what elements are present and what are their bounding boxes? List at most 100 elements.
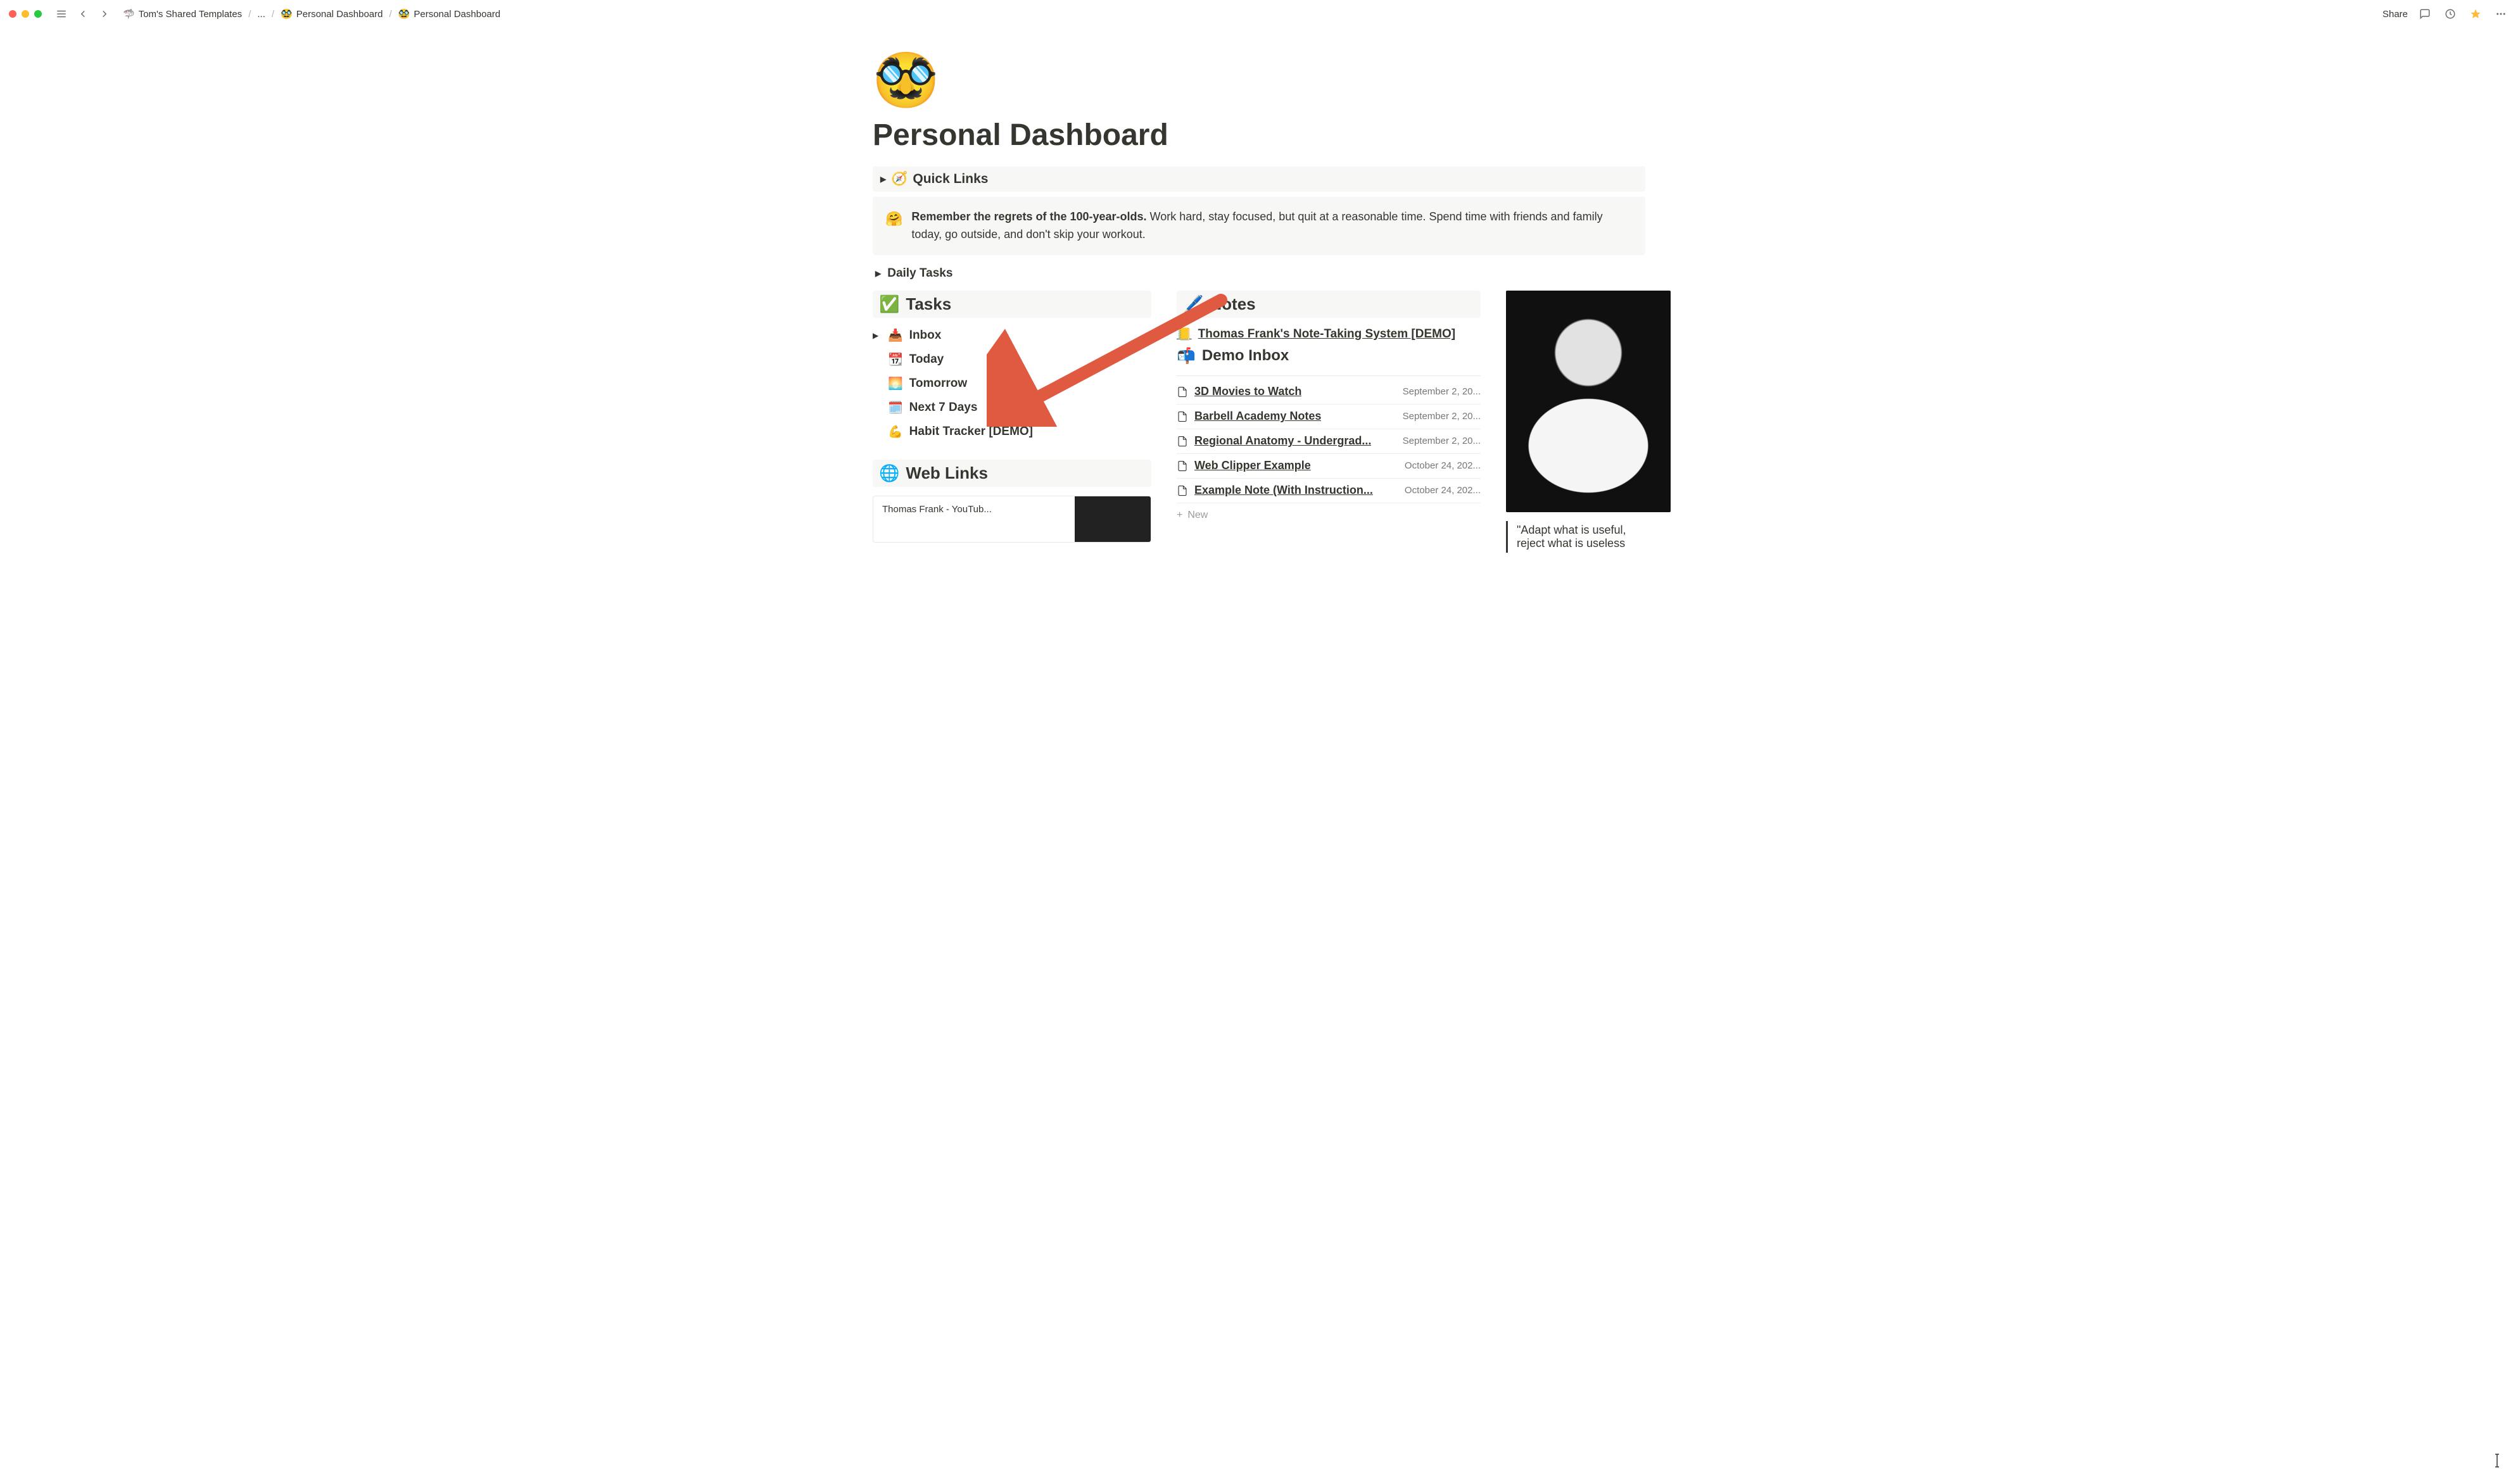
- disguise-face-icon: 🥸: [281, 8, 293, 20]
- breadcrumb-separator: /: [389, 9, 392, 20]
- quote-line: "Adapt what is useful,: [1517, 524, 1671, 537]
- web-bookmark-thumbnail: [1075, 496, 1151, 542]
- shark-icon: 🦈: [123, 8, 135, 20]
- page-icon: [1177, 385, 1188, 399]
- page-icon: [1177, 410, 1188, 424]
- triangle-right-icon: ▶: [875, 269, 881, 278]
- more-menu-button[interactable]: [2493, 6, 2509, 22]
- breadcrumb-label: Personal Dashboard: [414, 9, 500, 20]
- page-icon: [1177, 484, 1188, 498]
- note-link-label: Demo Inbox: [1202, 347, 1289, 365]
- inspiration-image[interactable]: [1506, 291, 1671, 512]
- section-title: Tasks: [906, 294, 951, 314]
- comments-button[interactable]: [2417, 6, 2433, 22]
- note-row[interactable]: Regional Anatomy - Undergrad... Septembe…: [1177, 429, 1481, 454]
- note-link-demo-inbox[interactable]: 📬 Demo Inbox: [1177, 347, 1481, 365]
- note-date: October 24, 202...: [1405, 485, 1481, 496]
- breadcrumb-ellipsis[interactable]: ...: [255, 8, 268, 21]
- note-row[interactable]: Barbell Academy Notes September 2, 20...: [1177, 405, 1481, 429]
- task-label: Today: [909, 353, 944, 367]
- note-date: September 2, 20...: [1403, 411, 1481, 422]
- flex-arm-icon: 💪: [888, 424, 903, 439]
- nav-back-button[interactable]: [75, 6, 91, 22]
- toggle-quick-links[interactable]: ▶ 🧭 Quick Links: [873, 167, 1645, 192]
- page-icon: [1177, 459, 1188, 473]
- checkmark-icon: ✅: [879, 294, 899, 314]
- toggle-daily-tasks[interactable]: ▶ Daily Tasks: [873, 263, 1645, 284]
- globe-icon: 🌐: [879, 463, 899, 483]
- task-label: Inbox: [909, 329, 942, 343]
- note-link-system[interactable]: 📒 Thomas Frank's Note-Taking System [DEM…: [1177, 327, 1481, 342]
- breadcrumb-separator: /: [272, 9, 274, 20]
- breadcrumb-mid[interactable]: 🥸 Personal Dashboard: [278, 7, 385, 21]
- breadcrumb-label: Tom's Shared Templates: [139, 9, 243, 20]
- note-row[interactable]: 3D Movies to Watch September 2, 20...: [1177, 380, 1481, 405]
- section-title: Notes: [1210, 294, 1255, 314]
- note-date: October 24, 202...: [1405, 460, 1481, 471]
- new-label: New: [1187, 510, 1208, 521]
- task-item-today[interactable]: 📆 Today: [873, 351, 1151, 368]
- task-item-next7days[interactable]: 🗓️ Next 7 Days: [873, 399, 1151, 417]
- task-item-habit-tracker[interactable]: 💪 Habit Tracker [DEMO]: [873, 423, 1151, 441]
- favorite-button[interactable]: [2467, 6, 2484, 22]
- plus-icon: +: [1177, 510, 1182, 521]
- task-label: Next 7 Days: [909, 401, 978, 415]
- breadcrumb: 🦈 Tom's Shared Templates / ... / 🥸 Perso…: [120, 7, 503, 21]
- toggle-label: Quick Links: [913, 172, 988, 187]
- updates-button[interactable]: [2442, 6, 2458, 22]
- task-item-tomorrow[interactable]: 🌅 Tomorrow: [873, 375, 1151, 393]
- callout-block[interactable]: 🤗 Remember the regrets of the 100-year-o…: [873, 197, 1645, 255]
- page-icon: [1177, 434, 1188, 448]
- breadcrumb-root[interactable]: 🦈 Tom's Shared Templates: [120, 7, 244, 21]
- disguise-face-icon: 🥸: [398, 8, 410, 20]
- pen-icon: 🖊️: [1183, 294, 1203, 314]
- callout-text: Remember the regrets of the 100-year-old…: [911, 208, 1633, 244]
- section-web-links-header[interactable]: 🌐 Web Links: [873, 460, 1151, 487]
- triangle-right-icon: ▶: [880, 175, 886, 184]
- nav-forward-button[interactable]: [96, 6, 113, 22]
- task-label: Habit Tracker [DEMO]: [909, 425, 1033, 439]
- divider: [1177, 375, 1481, 376]
- page-title[interactable]: Personal Dashboard: [873, 118, 1645, 153]
- note-row[interactable]: Web Clipper Example October 24, 202...: [1177, 454, 1481, 479]
- new-note-button[interactable]: + New: [1177, 503, 1481, 527]
- sidebar-toggle-button[interactable]: [53, 6, 70, 22]
- note-title: 3D Movies to Watch: [1194, 385, 1301, 398]
- note-title: Web Clipper Example: [1194, 459, 1311, 472]
- web-bookmark-title: Thomas Frank - YouTub...: [873, 496, 1075, 542]
- mailbox-icon: 📬: [1177, 347, 1196, 365]
- note-row[interactable]: Example Note (With Instruction... Octobe…: [1177, 479, 1481, 503]
- notes-table: 3D Movies to Watch September 2, 20... Ba…: [1177, 380, 1481, 527]
- breadcrumb-label: Personal Dashboard: [296, 9, 383, 20]
- fullscreen-window-icon[interactable]: [34, 10, 42, 18]
- text-cursor-icon: [2493, 1454, 2502, 1468]
- breadcrumb-separator: /: [248, 9, 251, 20]
- calendar-week-icon: 🗓️: [888, 400, 903, 415]
- notebook-icon: 📒: [1177, 327, 1192, 342]
- note-title: Regional Anatomy - Undergrad...: [1194, 434, 1371, 448]
- task-item-inbox[interactable]: ▶ 📥 Inbox: [873, 327, 1151, 344]
- tasks-list: ▶ 📥 Inbox 📆 Today 🌅 Tomorrow: [873, 327, 1151, 441]
- page-emoji[interactable]: 🥸: [873, 53, 1645, 106]
- note-date: September 2, 20...: [1403, 386, 1481, 397]
- triangle-right-icon: ▶: [873, 331, 882, 340]
- note-title: Example Note (With Instruction...: [1194, 484, 1373, 497]
- sunrise-icon: 🌅: [888, 376, 903, 391]
- inbox-icon: 📥: [888, 328, 903, 343]
- section-tasks-header[interactable]: ✅ Tasks: [873, 291, 1151, 318]
- compass-icon: 🧭: [891, 172, 908, 187]
- section-notes-header[interactable]: 🖊️ Notes: [1177, 291, 1481, 318]
- hugging-face-icon: 🤗: [885, 208, 902, 244]
- breadcrumb-label: ...: [257, 9, 265, 20]
- close-window-icon[interactable]: [9, 10, 16, 18]
- share-button[interactable]: Share: [2382, 9, 2408, 20]
- note-title: Barbell Academy Notes: [1194, 410, 1321, 423]
- minimize-window-icon[interactable]: [22, 10, 29, 18]
- window-traffic-lights[interactable]: [9, 10, 42, 18]
- section-title: Web Links: [906, 463, 988, 483]
- task-label: Tomorrow: [909, 377, 967, 391]
- breadcrumb-leaf[interactable]: 🥸 Personal Dashboard: [396, 7, 503, 21]
- quote-block[interactable]: "Adapt what is useful, reject what is us…: [1506, 521, 1671, 553]
- web-bookmark-card[interactable]: Thomas Frank - YouTub...: [873, 496, 1151, 543]
- toggle-label: Daily Tasks: [887, 267, 952, 280]
